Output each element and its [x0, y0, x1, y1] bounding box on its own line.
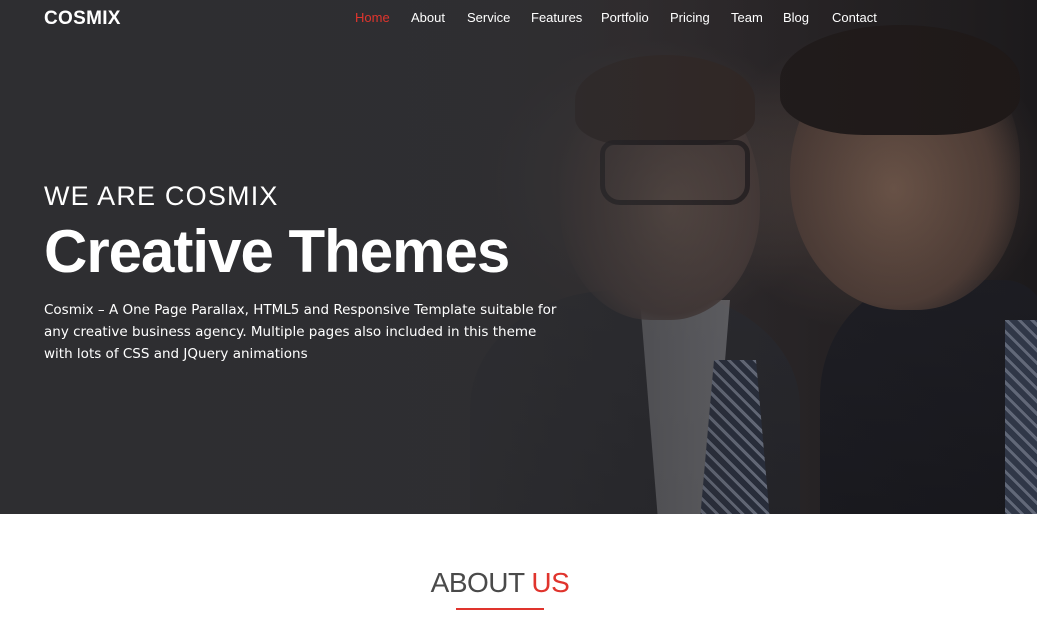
nav-item-contact[interactable]: Contact: [832, 10, 877, 25]
brand-logo[interactable]: COSMIX: [44, 8, 121, 30]
nav-item-portfolio[interactable]: Portfolio: [601, 10, 649, 25]
nav-item-service[interactable]: Service: [467, 10, 510, 25]
nav-item-pricing[interactable]: Pricing: [670, 10, 710, 25]
nav-item-team[interactable]: Team: [731, 10, 763, 25]
hero-subtitle: WE ARE COSMIX: [44, 181, 279, 211]
about-heading-accent: US: [531, 567, 570, 598]
about-heading-underline: [456, 608, 544, 610]
hero-description: Cosmix – A One Page Parallax, HTML5 and …: [44, 302, 557, 362]
about-heading: ABOUT US: [0, 567, 1000, 599]
nav-item-features[interactable]: Features: [531, 10, 582, 25]
about-heading-main: ABOUT: [430, 567, 525, 598]
nav-item-blog[interactable]: Blog: [783, 10, 809, 25]
hero-title: Creative Themes: [44, 218, 510, 285]
about-section: ABOUT US: [0, 514, 1037, 617]
nav-item-home[interactable]: Home: [355, 10, 390, 25]
hero-content: WE ARE COSMIX Creative Themes Cosmix – A…: [44, 179, 584, 365]
hero-section: COSMIX Home About Service Features Portf…: [0, 0, 1037, 514]
navbar: COSMIX Home About Service Features Portf…: [0, 0, 1037, 36]
nav-item-about[interactable]: About: [411, 10, 445, 25]
